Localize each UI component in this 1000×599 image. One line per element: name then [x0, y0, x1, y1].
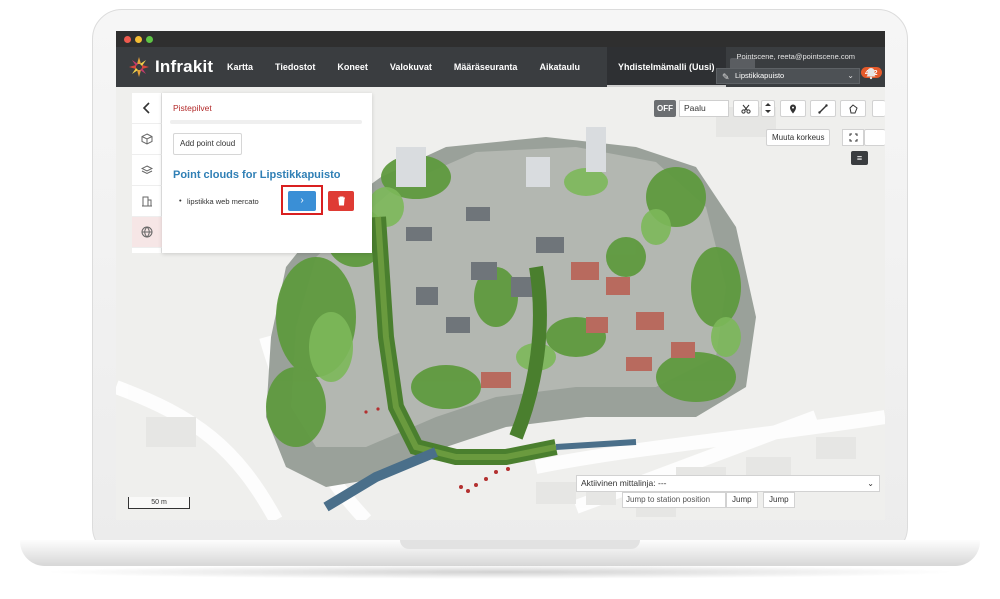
pin-button[interactable] — [780, 100, 806, 117]
main-nav: Kartta Tiedostot Koneet Valokuvat Määräs… — [216, 47, 756, 87]
layers-icon — [141, 165, 153, 175]
jump-button-1[interactable]: Jump — [726, 492, 758, 508]
building-icon — [142, 196, 152, 207]
pile-input[interactable]: Paalu — [679, 100, 729, 117]
expand-icon — [849, 133, 857, 142]
scale-bar: 50 m — [128, 497, 190, 509]
nav-valokuvat[interactable]: Valokuvat — [379, 47, 443, 87]
minimize-dot[interactable] — [135, 36, 142, 43]
map-pin-icon — [790, 104, 796, 114]
laptop-mockup: Infrakit Kartta Tiedostot Koneet Valokuv… — [0, 0, 1000, 599]
side-rail — [132, 93, 162, 253]
ruler-icon — [818, 104, 828, 114]
extra-tool-button[interactable] — [864, 129, 885, 146]
close-dot[interactable] — [124, 36, 131, 43]
project-select[interactable]: ✎ Lipstikkapuisto ⌄ — [716, 68, 860, 84]
user-account[interactable]: Pointscene, reeta@pointscene.com — [736, 52, 855, 61]
maximize-dot[interactable] — [146, 36, 153, 43]
nav-tiedostot[interactable]: Tiedostot — [264, 47, 326, 87]
trash-icon — [337, 196, 345, 206]
change-height-button[interactable]: Muuta korkeus — [766, 129, 831, 146]
area-button[interactable] — [840, 100, 866, 117]
app-header: Infrakit Kartta Tiedostot Koneet Valokuv… — [116, 47, 885, 87]
infrakit-logo[interactable]: Infrakit — [128, 55, 213, 79]
rail-models[interactable] — [132, 124, 162, 155]
measure-button[interactable] — [810, 100, 836, 117]
rail-pointclouds[interactable] — [132, 217, 162, 248]
project-name: Lipstikkapuisto — [735, 71, 785, 80]
pencil-icon: ✎ — [722, 72, 730, 82]
nav-kartta[interactable]: Kartta — [216, 47, 264, 87]
point-clouds-heading: Point clouds for Lipstikkapuisto — [173, 169, 341, 181]
brand-name: Infrakit — [155, 57, 214, 76]
browser-chrome — [116, 31, 885, 47]
stepper-button[interactable] — [761, 100, 775, 117]
highlight-box — [281, 185, 323, 215]
chevron-left-icon — [142, 102, 150, 114]
logo-icon — [129, 57, 149, 77]
laptop-notch — [400, 540, 640, 549]
scissors-icon — [741, 104, 751, 114]
panel-title: Pistepilvet — [173, 103, 212, 113]
chevron-down-icon: ⌄ — [867, 479, 874, 488]
fullscreen-button[interactable] — [842, 129, 864, 146]
polygon-icon — [849, 104, 858, 114]
alignment-label: Aktiivinen mittalinja: --- — [581, 478, 667, 488]
panel-divider — [170, 120, 362, 124]
station-input[interactable]: Jump to station position — [622, 492, 726, 508]
nav-koneet[interactable]: Koneet — [326, 47, 379, 87]
delete-point-cloud-button[interactable] — [328, 191, 354, 211]
nav-yhdistelmamalli[interactable]: Yhdistelmämalli (Uusi) — [606, 47, 726, 87]
off-toggle[interactable]: OFF — [654, 100, 676, 117]
active-alignment-select[interactable]: Aktiivinen mittalinja: --- ⌄ — [576, 475, 880, 492]
more-tools-button[interactable] — [872, 100, 885, 117]
stepper-icon — [765, 103, 771, 113]
collapse-button[interactable] — [132, 93, 162, 124]
point-cloud-panel: Pistepilvet Add point cloud Point clouds… — [162, 93, 372, 253]
menu-button[interactable]: ≡ — [851, 151, 868, 165]
screen: Infrakit Kartta Tiedostot Koneet Valokuv… — [116, 31, 885, 520]
chevron-down-icon: ⌄ — [847, 71, 854, 80]
cube-icon — [141, 133, 153, 145]
cut-button[interactable] — [733, 100, 759, 117]
point-cloud-item: lipstikka web mercato — [179, 196, 259, 206]
bell-icon[interactable] — [864, 66, 878, 80]
rail-buildings[interactable] — [132, 186, 162, 217]
add-point-cloud-button[interactable]: Add point cloud — [173, 133, 243, 155]
laptop-shadow — [40, 565, 960, 579]
nav-aikataulu[interactable]: Aikataulu — [528, 47, 591, 87]
rail-layers[interactable] — [132, 155, 162, 186]
globe-icon — [141, 226, 153, 238]
laptop-base — [20, 540, 980, 566]
nav-maaraseuranta[interactable]: Määräseuranta — [443, 47, 529, 87]
jump-button-2[interactable]: Jump — [763, 492, 795, 508]
